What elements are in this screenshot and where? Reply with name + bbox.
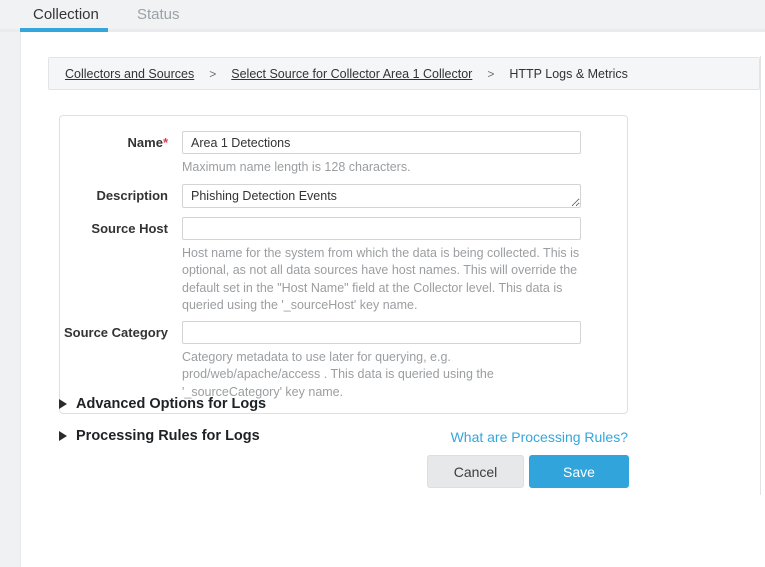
- breadcrumb: Collectors and Sources > Select Source f…: [48, 57, 760, 90]
- required-asterisk: *: [163, 135, 168, 150]
- name-help-text: Maximum name length is 128 characters.: [182, 159, 581, 177]
- tab-status[interactable]: Status: [137, 6, 180, 23]
- source-host-label: Source Host: [60, 217, 182, 321]
- source-category-help-text: Category metadata to use later for query…: [182, 349, 581, 402]
- name-label-text: Name: [128, 135, 163, 150]
- breadcrumb-select-source[interactable]: Select Source for Collector Area 1 Colle…: [231, 67, 472, 81]
- breadcrumb-current-page: HTTP Logs & Metrics: [509, 67, 628, 81]
- breadcrumb-collectors-and-sources[interactable]: Collectors and Sources: [65, 67, 194, 81]
- what-are-processing-rules-link[interactable]: What are Processing Rules?: [451, 429, 628, 445]
- expand-arrow-icon: [59, 431, 67, 441]
- breadcrumb-separator: >: [487, 67, 494, 81]
- source-category-label: Source Category: [60, 321, 182, 402]
- active-tab-indicator: [20, 28, 108, 32]
- name-label: Name*: [60, 131, 182, 184]
- save-button[interactable]: Save: [529, 455, 629, 488]
- pane-right-edge: [760, 56, 761, 495]
- advanced-options-section-header[interactable]: Advanced Options for Logs: [59, 396, 266, 412]
- expand-arrow-icon: [59, 399, 67, 409]
- tab-bar: Collection Status: [0, 0, 765, 32]
- description-input[interactable]: [182, 184, 581, 208]
- tab-collection[interactable]: Collection: [33, 6, 99, 23]
- source-category-input[interactable]: [182, 321, 581, 344]
- name-input[interactable]: [182, 131, 581, 154]
- left-gutter: [0, 32, 21, 567]
- source-host-help-text: Host name for the system from which the …: [182, 245, 581, 315]
- cancel-button[interactable]: Cancel: [427, 455, 524, 488]
- processing-rules-section-header[interactable]: Processing Rules for Logs: [59, 428, 260, 444]
- source-host-input[interactable]: [182, 217, 581, 240]
- breadcrumb-separator: >: [209, 67, 216, 81]
- form-actions: Cancel Save: [427, 455, 629, 488]
- description-label: Description: [60, 184, 182, 208]
- source-form-card: Name* Maximum name length is 128 charact…: [59, 115, 628, 414]
- advanced-options-label: Advanced Options for Logs: [76, 396, 266, 412]
- processing-rules-label: Processing Rules for Logs: [76, 428, 260, 444]
